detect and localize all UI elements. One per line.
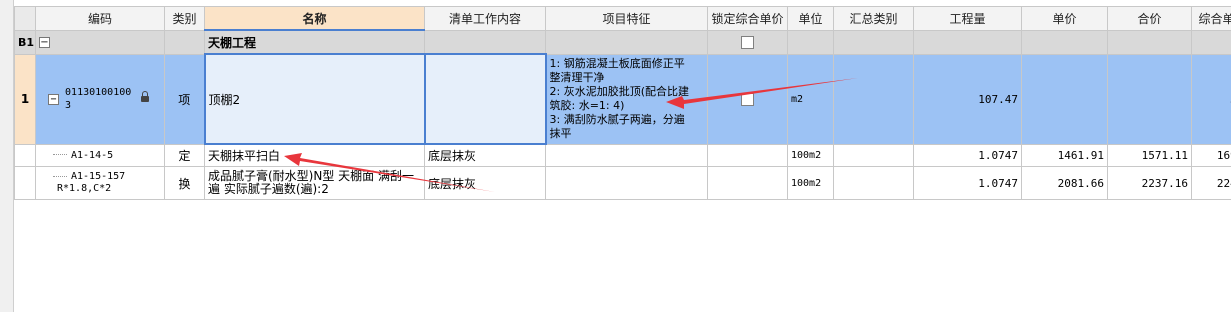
col-header-feature[interactable]: 项目特征 — [545, 6, 708, 31]
col-header-comp-price[interactable]: 综合单价 — [1191, 6, 1231, 31]
bill-grid: 编码 类别 名称 清单工作内容 项目特征 锁定综合单价 单位 汇总类别 工程量 … — [14, 6, 1231, 200]
sub-code-modifier: R*1.8,C*2 — [57, 183, 112, 194]
item-code: 01130100100 — [65, 87, 132, 98]
sub-code: A1-15-157 — [71, 171, 126, 182]
sub-type: 换 — [164, 166, 205, 200]
sub-price: 1461.91 — [1021, 143, 1108, 167]
lock-price-checkbox[interactable] — [741, 93, 754, 106]
col-header-summary[interactable]: 汇总类别 — [833, 6, 914, 31]
collapse-icon[interactable]: − — [39, 37, 50, 48]
item-type: 项 — [164, 53, 205, 145]
table-row[interactable]: 1 − 01130100100 3 项 顶棚2 1: 钢筋混凝土板底面修正平 整… — [14, 53, 1231, 145]
left-panel-strip — [0, 0, 14, 312]
item-code-cell[interactable]: − 01130100100 3 — [35, 53, 165, 145]
sub-work[interactable]: 底层抹灰 — [424, 143, 546, 167]
col-header-work[interactable]: 清单工作内容 — [424, 6, 546, 31]
section-toggle-cell: − — [35, 29, 165, 55]
item-work-content[interactable] — [423, 53, 547, 145]
item-feature[interactable]: 1: 钢筋混凝土板底面修正平 整清理干净 2: 灰水泥加胶批顶(配合比建 筑胶:… — [545, 53, 708, 145]
col-header-unit[interactable]: 单位 — [787, 6, 834, 31]
corner-cell[interactable] — [14, 6, 36, 31]
sub-comp: 2248. — [1191, 166, 1231, 200]
lock-price-checkbox[interactable] — [741, 36, 754, 49]
sub-code: A1-14-5 — [71, 149, 114, 161]
section-row[interactable]: B1 − 天棚工程 — [14, 29, 1231, 55]
col-header-type[interactable]: 类别 — [164, 6, 205, 31]
sub-quantity: 1.0747 — [913, 166, 1022, 200]
sub-work[interactable]: 底层抹灰 — [424, 166, 546, 200]
item-comp-price: 39. — [1191, 53, 1231, 145]
header-row: 编码 类别 名称 清单工作内容 项目特征 锁定综合单价 单位 汇总类别 工程量 … — [14, 6, 1231, 31]
item-quantity: 107.47 — [913, 53, 1022, 145]
col-header-price[interactable]: 单价 — [1021, 6, 1108, 31]
table-row[interactable]: A1-15-157 R*1.8,C*2 换 成品腻子膏(耐水型)N型 天棚面 满… — [14, 166, 1231, 200]
sub-comp: 1695. — [1191, 143, 1231, 167]
sub-name[interactable]: 成品腻子膏(耐水型)N型 天棚面 满刮一 遍 实际腻子遍数(遍):2 — [204, 166, 425, 200]
sub-name[interactable]: 天棚抹平扫白 — [204, 143, 425, 167]
section-name: 天棚工程 — [204, 29, 425, 55]
sub-type: 定 — [164, 143, 205, 167]
col-header-quantity[interactable]: 工程量 — [913, 6, 1022, 31]
sub-total: 1571.11 — [1107, 143, 1192, 167]
col-header-name[interactable]: 名称 — [204, 6, 425, 31]
sub-price: 2081.66 — [1021, 166, 1108, 200]
row-number: 1 — [14, 53, 36, 145]
table-row[interactable]: A1-14-5 定 天棚抹平扫白 底层抹灰 100m2 1.0747 1461.… — [14, 143, 1231, 167]
sub-quantity: 1.0747 — [913, 143, 1022, 167]
item-code-suffix: 3 — [65, 100, 72, 111]
col-header-total[interactable]: 合价 — [1107, 6, 1192, 31]
lock-icon — [141, 91, 150, 102]
col-header-code[interactable]: 编码 — [35, 6, 165, 31]
sub-unit: 100m2 — [787, 166, 834, 200]
item-name[interactable]: 顶棚2 — [203, 53, 426, 145]
collapse-icon[interactable]: − — [48, 93, 59, 105]
item-unit: m2 — [787, 53, 834, 145]
sub-unit: 100m2 — [787, 143, 834, 167]
col-header-lock-price[interactable]: 锁定综合单价 — [707, 6, 788, 31]
sub-total: 2237.16 — [1107, 166, 1192, 200]
section-row-id: B1 — [14, 29, 36, 55]
